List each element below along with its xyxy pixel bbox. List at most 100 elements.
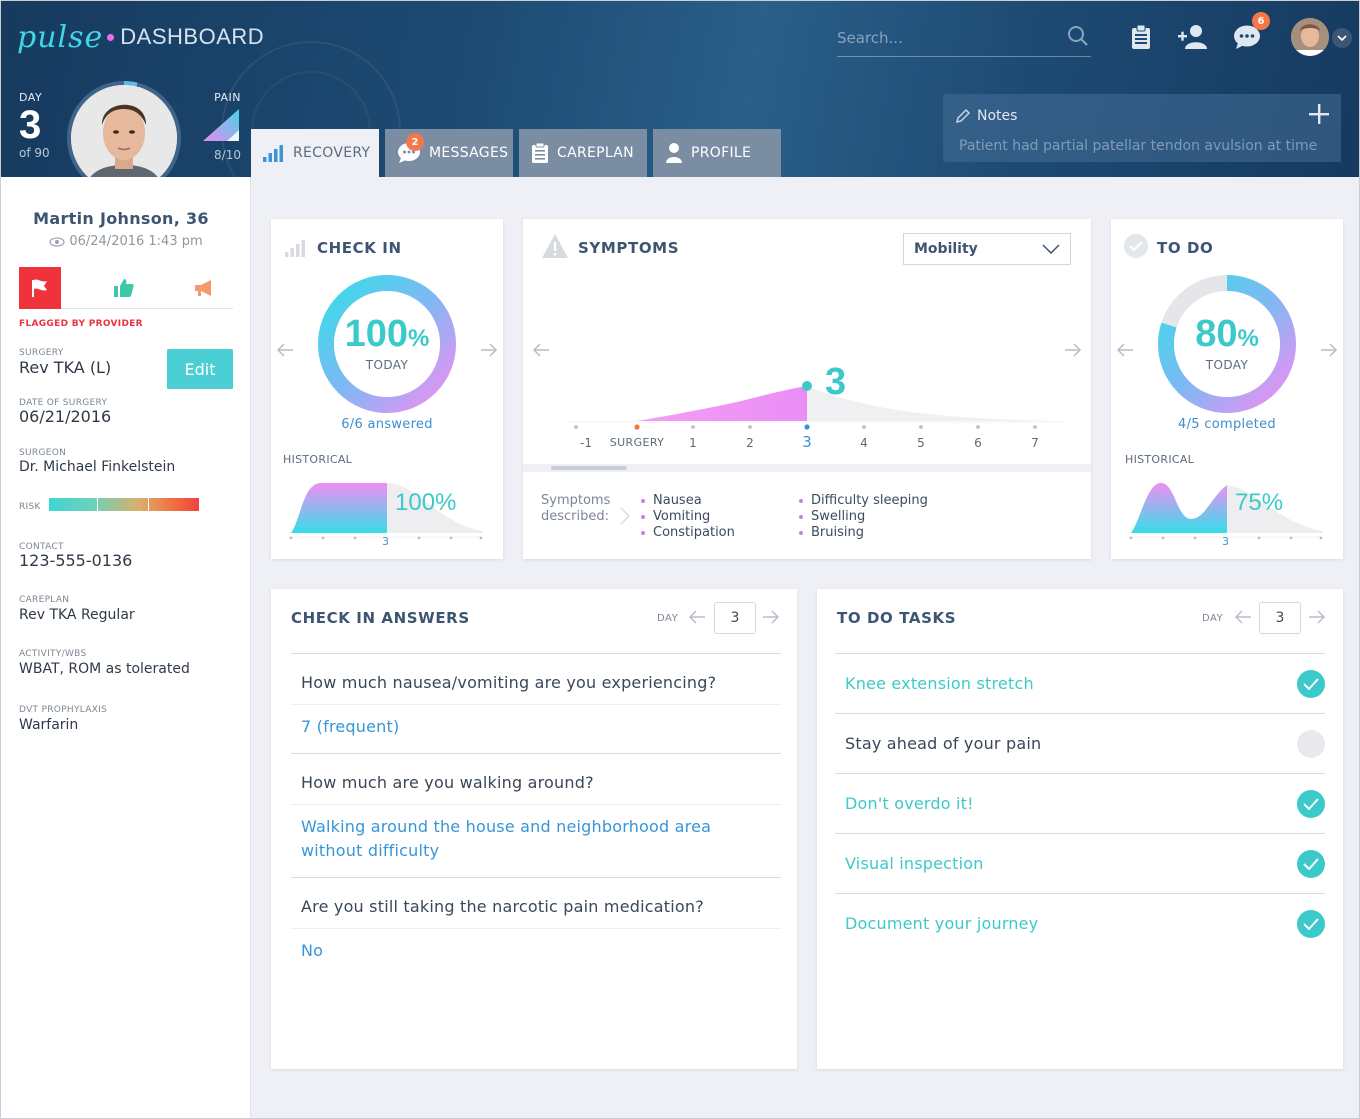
checkin-answered[interactable]: 6/6 answered <box>271 417 503 432</box>
answers-prev-day-arrow-icon[interactable] <box>687 607 707 627</box>
symptom-category-select[interactable]: Mobility <box>903 233 1071 265</box>
todo-percent-sign: % <box>1237 325 1259 352</box>
task-pending-checkbox[interactable] <box>1297 730 1325 758</box>
checkin-next-arrow-icon[interactable] <box>479 340 499 360</box>
app-window: pulse DASHBOARD 6 DAY 3 <box>0 0 1360 1119</box>
warning-icon <box>542 234 568 258</box>
eye-icon <box>49 236 65 247</box>
task-label: Don't overdo it! <box>845 794 974 813</box>
scrollbar-thumb[interactable] <box>551 466 627 470</box>
answers-next-day-arrow-icon[interactable] <box>761 607 781 627</box>
axis-label: 6 <box>974 436 982 450</box>
add-note-icon[interactable] <box>1309 104 1329 128</box>
logo-wordmark: pulse <box>17 19 104 55</box>
tab-messages[interactable]: MESSAGES <box>385 129 513 177</box>
add-user-icon[interactable] <box>1177 21 1209 53</box>
answer-text: 7 (frequent) <box>301 717 400 736</box>
symptoms-next-arrow-icon[interactable] <box>1063 340 1083 360</box>
surgeon-value: Dr. Michael Finkelstein <box>19 459 176 475</box>
chat-badge: 6 <box>1252 12 1270 30</box>
checkin-ring: 100% TODAY <box>316 273 458 415</box>
tab-recovery[interactable]: RECOVERY <box>251 129 379 177</box>
task-done-checkbox[interactable] <box>1297 910 1325 938</box>
pain-level: PAIN 8/10 <box>193 91 241 162</box>
edit-button[interactable]: Edit <box>167 349 233 389</box>
bullet-icon <box>641 530 645 535</box>
account-menu-chevron-icon[interactable] <box>1332 28 1352 48</box>
symptom-text: Constipation <box>653 525 735 540</box>
patient-name: Martin Johnson, 36 <box>33 209 209 228</box>
task-row[interactable]: Stay ahead of your pain <box>835 713 1325 773</box>
signal-bars-icon <box>285 240 305 257</box>
checkin-percent-value: 100 <box>344 313 409 355</box>
notes-panel[interactable]: Notes Patient had partial patellar tendo… <box>943 94 1341 162</box>
flag-button[interactable] <box>19 267 61 309</box>
task-done-checkbox[interactable] <box>1297 670 1325 698</box>
surgeon-label: SURGEON <box>19 448 67 458</box>
todo-prev-arrow-icon[interactable] <box>1115 340 1135 360</box>
tab-careplan-label: CAREPLAN <box>557 145 634 161</box>
risk-bar <box>49 498 199 511</box>
search-icon[interactable] <box>1067 25 1089 51</box>
careplan-label: CAREPLAN <box>19 595 70 605</box>
bullet-icon <box>799 498 803 503</box>
avatar[interactable] <box>1291 18 1329 56</box>
symptom-item: Nausea <box>641 493 702 508</box>
date-of-surgery-value: 06/21/2016 <box>19 407 112 426</box>
checkin-prev-arrow-icon[interactable] <box>275 340 295 360</box>
task-done-checkbox[interactable] <box>1297 790 1325 818</box>
axis-label: -1 <box>580 436 592 450</box>
symptom-text: Difficulty sleeping <box>811 493 928 508</box>
tasks-day-label: DAY <box>1202 613 1224 624</box>
divider <box>291 928 781 929</box>
checkmark-icon <box>1303 798 1319 810</box>
tasks-day-input[interactable]: 3 <box>1259 602 1301 634</box>
todo-percent: 80% <box>1156 313 1298 356</box>
task-label: Knee extension stretch <box>845 674 1034 693</box>
tasks-prev-day-arrow-icon[interactable] <box>1233 607 1253 627</box>
symptom-item: Bruising <box>799 525 864 540</box>
divider <box>291 877 781 878</box>
megaphone-button[interactable] <box>183 267 225 309</box>
axis-label: 1 <box>689 436 697 450</box>
bullet-icon <box>641 498 645 503</box>
task-row[interactable]: Don't overdo it! <box>835 773 1325 833</box>
divider <box>291 753 781 754</box>
checkin-today: TODAY <box>365 358 409 372</box>
symptoms-card: SYMPTOMS Mobility 3 -1 SURGERY 1 2 3 4 5… <box>523 219 1091 559</box>
todo-next-arrow-icon[interactable] <box>1319 340 1339 360</box>
symptoms-prev-arrow-icon[interactable] <box>531 340 551 360</box>
surgery-value: Rev TKA (L) <box>19 358 112 377</box>
activity-label: ACTIVITY/WBS <box>19 649 87 659</box>
checkin-historical-day: 3 <box>382 535 389 548</box>
task-row[interactable]: Visual inspection <box>835 833 1325 893</box>
symptoms-scrollbar[interactable] <box>523 464 1091 472</box>
task-done-checkbox[interactable] <box>1297 850 1325 878</box>
symptom-text: Swelling <box>811 509 866 524</box>
checkin-percent-sign: % <box>408 325 430 352</box>
tab-profile[interactable]: PROFILE <box>653 129 781 177</box>
tasks-next-day-arrow-icon[interactable] <box>1307 607 1327 627</box>
todo-completed[interactable]: 4/5 completed <box>1111 417 1343 432</box>
checkin-historical-value: 100% <box>395 489 457 516</box>
notes-text: Patient had partial patellar tendon avul… <box>959 138 1318 154</box>
checkin-answers-card: CHECK IN ANSWERS DAY 3 How much nausea/v… <box>271 589 797 1069</box>
tab-recovery-label: RECOVERY <box>293 145 371 161</box>
search-input[interactable] <box>837 27 1057 49</box>
clipboard-icon[interactable] <box>1125 21 1157 53</box>
symptoms-described-label: Symptoms described: <box>541 493 611 524</box>
signal-bars-icon <box>263 145 283 162</box>
tab-careplan[interactable]: CAREPLAN <box>519 129 647 177</box>
app-logo[interactable]: pulse DASHBOARD <box>17 7 264 67</box>
task-row[interactable]: Knee extension stretch <box>835 653 1325 713</box>
symptom-text: Nausea <box>653 493 702 508</box>
todo-ring: 80% TODAY <box>1156 273 1298 415</box>
todo-card: TO DO 80% TODAY 4/5 completed HISTORICAL… <box>1111 219 1343 559</box>
checkmark-icon <box>1303 918 1319 930</box>
answers-day-input[interactable]: 3 <box>714 602 756 634</box>
pain-triangle-icon <box>199 108 241 146</box>
todo-percent-value: 80 <box>1195 313 1238 355</box>
axis-label-current: 3 <box>802 433 812 451</box>
task-row[interactable]: Document your journey <box>835 893 1325 953</box>
thumbs-up-button[interactable] <box>103 267 145 309</box>
